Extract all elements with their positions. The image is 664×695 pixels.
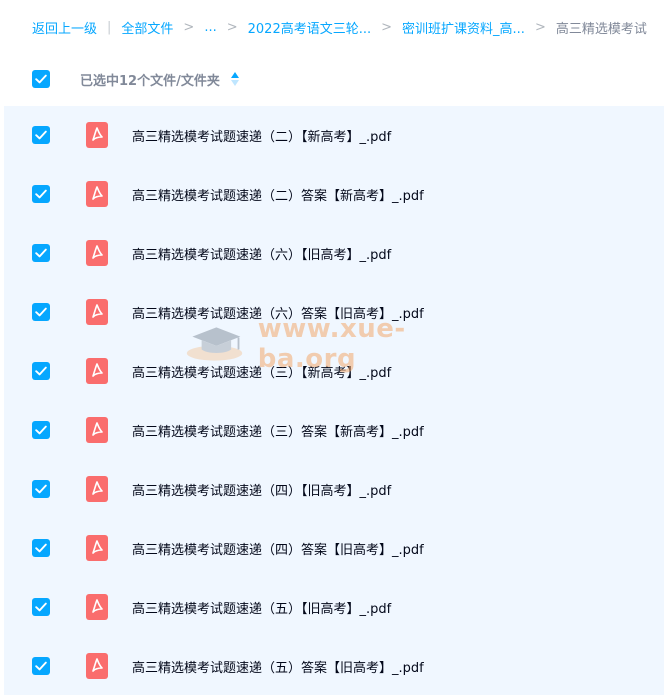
file-row[interactable]: 高三精选模考试题速递（二）【新高考】_.pdf (4, 106, 664, 164)
file-row[interactable]: 高三精选模考试题速递（六）【旧高考】_.pdf (4, 224, 664, 282)
file-row[interactable]: 高三精选模考试题速递（三）【新高考】_.pdf (4, 342, 664, 400)
breadcrumb-separator: > (381, 19, 393, 35)
check-icon (35, 366, 47, 376)
row-checkbox[interactable] (32, 598, 50, 616)
row-checkbox[interactable] (32, 126, 50, 144)
check-icon (35, 74, 47, 84)
check-icon (35, 307, 47, 317)
file-name[interactable]: 高三精选模考试题速递（四）答案【旧高考】_.pdf (132, 539, 424, 558)
pdf-icon (86, 417, 108, 443)
file-row[interactable]: 高三精选模考试题速递（三）答案【新高考】_.pdf (4, 401, 664, 459)
file-name[interactable]: 高三精选模考试题速递（三）答案【新高考】_.pdf (132, 421, 424, 440)
row-checkbox[interactable] (32, 303, 50, 321)
check-icon (35, 425, 47, 435)
file-name[interactable]: 高三精选模考试题速递（六）答案【旧高考】_.pdf (132, 303, 424, 322)
row-checkbox[interactable] (32, 539, 50, 557)
file-row[interactable]: 高三精选模考试题速递（二）答案【新高考】_.pdf (4, 165, 664, 223)
row-checkbox[interactable] (32, 657, 50, 675)
file-row[interactable]: 高三精选模考试题速递（五）答案【旧高考】_.pdf (4, 637, 664, 695)
breadcrumb-all-files[interactable]: 全部文件 (121, 18, 173, 37)
file-name[interactable]: 高三精选模考试题速递（六）【旧高考】_.pdf (132, 244, 391, 263)
pdf-icon (86, 358, 108, 384)
check-icon (35, 484, 47, 494)
breadcrumb: 返回上一级 | 全部文件 > ... > 2022高考语文三轮... > 密训班… (0, 0, 664, 54)
selection-bar: 已选中12个文件/文件夹 (0, 54, 664, 104)
pdf-icon (86, 181, 108, 207)
breadcrumb-separator: > (534, 19, 546, 35)
file-row[interactable]: 高三精选模考试题速递（五）【旧高考】_.pdf (4, 578, 664, 636)
pdf-icon (86, 653, 108, 679)
select-all-checkbox[interactable] (32, 70, 50, 88)
breadcrumb-folder-mixun[interactable]: 密训班扩课资料_高... (402, 18, 525, 37)
breadcrumb-ellipsis[interactable]: ... (204, 20, 216, 35)
file-row[interactable]: 高三精选模考试题速递（六）答案【旧高考】_.pdf (4, 283, 664, 341)
back-link[interactable]: 返回上一级 (32, 18, 97, 37)
file-name[interactable]: 高三精选模考试题速递（二）【新高考】_.pdf (132, 126, 391, 145)
breadcrumb-current-folder: 高三精选模考试 (555, 21, 647, 37)
pdf-icon (86, 299, 108, 325)
check-icon (35, 543, 47, 553)
check-icon (35, 130, 47, 140)
sort-icon[interactable] (230, 71, 240, 87)
row-checkbox[interactable] (32, 421, 50, 439)
file-list: 高三精选模考试题速递（二）【新高考】_.pdf 高三精选模考试题速递（二）答案【… (4, 106, 664, 695)
file-name[interactable]: 高三精选模考试题速递（四）【旧高考】_.pdf (132, 480, 391, 499)
row-checkbox[interactable] (32, 480, 50, 498)
row-checkbox[interactable] (32, 362, 50, 380)
file-name[interactable]: 高三精选模考试题速递（五）【旧高考】_.pdf (132, 598, 391, 617)
row-checkbox[interactable] (32, 185, 50, 203)
pdf-icon (86, 594, 108, 620)
file-name[interactable]: 高三精选模考试题速递（五）答案【旧高考】_.pdf (132, 657, 424, 676)
row-checkbox[interactable] (32, 244, 50, 262)
file-name[interactable]: 高三精选模考试题速递（三）【新高考】_.pdf (132, 362, 391, 381)
pdf-icon (86, 476, 108, 502)
breadcrumb-folder-2022[interactable]: 2022高考语文三轮... (248, 18, 371, 37)
breadcrumb-separator: > (226, 19, 238, 35)
check-icon (35, 189, 47, 199)
breadcrumb-divider: | (107, 19, 112, 35)
file-row[interactable]: 高三精选模考试题速递（四）答案【旧高考】_.pdf (4, 519, 664, 577)
check-icon (35, 602, 47, 612)
selection-summary: 已选中12个文件/文件夹 (80, 73, 220, 89)
file-name[interactable]: 高三精选模考试题速递（二）答案【新高考】_.pdf (132, 185, 424, 204)
check-icon (35, 661, 47, 671)
check-icon (35, 248, 47, 258)
pdf-icon (86, 240, 108, 266)
file-row[interactable]: 高三精选模考试题速递（四）【旧高考】_.pdf (4, 460, 664, 518)
pdf-icon (86, 535, 108, 561)
pdf-icon (86, 122, 108, 148)
breadcrumb-separator: > (183, 19, 195, 35)
